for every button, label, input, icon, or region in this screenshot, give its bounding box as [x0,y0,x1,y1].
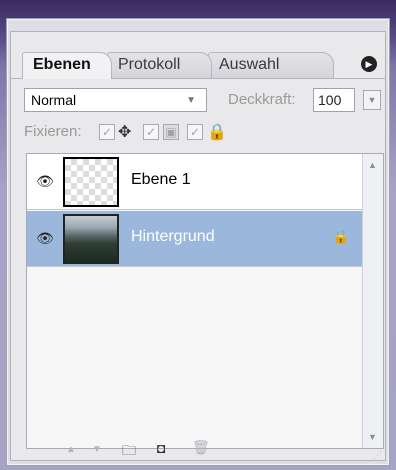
layer-name: Hintergrund [131,228,215,245]
layer-name: Ebene 1 [131,171,191,188]
tab-protokoll[interactable]: Protokoll [107,52,212,78]
lock-label: Fixieren: [24,123,82,140]
opacity-label: Deckkraft: [228,91,296,108]
chevron-down-icon: ▼ [186,95,196,106]
blend-mode-value: Normal [31,92,77,108]
lock-image-icon[interactable]: ▣ [163,124,179,140]
scroll-up-arrow-icon[interactable]: ▲ [368,160,377,170]
layer-lock-icon: 🔒 [332,228,350,244]
lock-icon: 🔒 [207,124,227,141]
layer-row-ebene-1[interactable]: 👁 Ebene 1 [27,154,363,210]
opacity-input[interactable]: 100 [313,88,355,112]
trash-icon[interactable]: 🗑 [192,439,210,456]
blend-mode-select[interactable]: Normal ▼ [24,88,207,112]
panel-menu-icon[interactable]: ▶ [361,56,377,72]
vertical-scrollbar[interactable]: ▲ ▼ [362,154,383,448]
layer-thumbnail-landscape [63,214,119,264]
new-group-folder-icon[interactable]: 🗀 [122,440,136,464]
tab-auswahl[interactable]: Auswahl [208,52,334,78]
tab-ebenen[interactable]: Ebenen [22,52,112,79]
eye-icon[interactable]: 👁 [35,173,55,189]
lock-all-checkbox[interactable]: ✓ [187,124,203,140]
move-arrows-icon: ✥ [118,124,132,141]
move-up-arrow-icon[interactable]: ▲ [66,444,76,455]
layer-list: 👁 Ebene 1 👁 Hintergrund 🔒 ▲ ▼ [26,153,384,449]
blend-row: Normal ▼ Deckkraft: 100 ▼ [24,88,386,114]
opacity-dropdown-button[interactable]: ▼ [363,90,381,110]
new-layer-icon[interactable]: ◘ [157,440,165,456]
layers-bottom-toolbar: ▲ ▼ 🗀 ◘ 🗑 ⋰ [26,436,384,462]
eye-icon[interactable]: 👁 [35,230,55,246]
move-down-arrow-icon[interactable]: ▼ [92,444,102,455]
panel-tabs: Ebenen Protokoll Auswahl ▶ [11,44,385,79]
resize-grip-icon[interactable]: ⋰ [373,450,382,461]
layer-row-hintergrund[interactable]: 👁 Hintergrund 🔒 [27,211,363,267]
lock-row: Fixieren: ✓ ✥ ✓ ▣ ✓ 🔒 [24,121,386,145]
lock-position-checkbox[interactable]: ✓ [143,124,159,140]
layer-thumbnail-transparent [63,157,119,207]
lock-transparency-checkbox[interactable]: ✓ [99,124,115,140]
